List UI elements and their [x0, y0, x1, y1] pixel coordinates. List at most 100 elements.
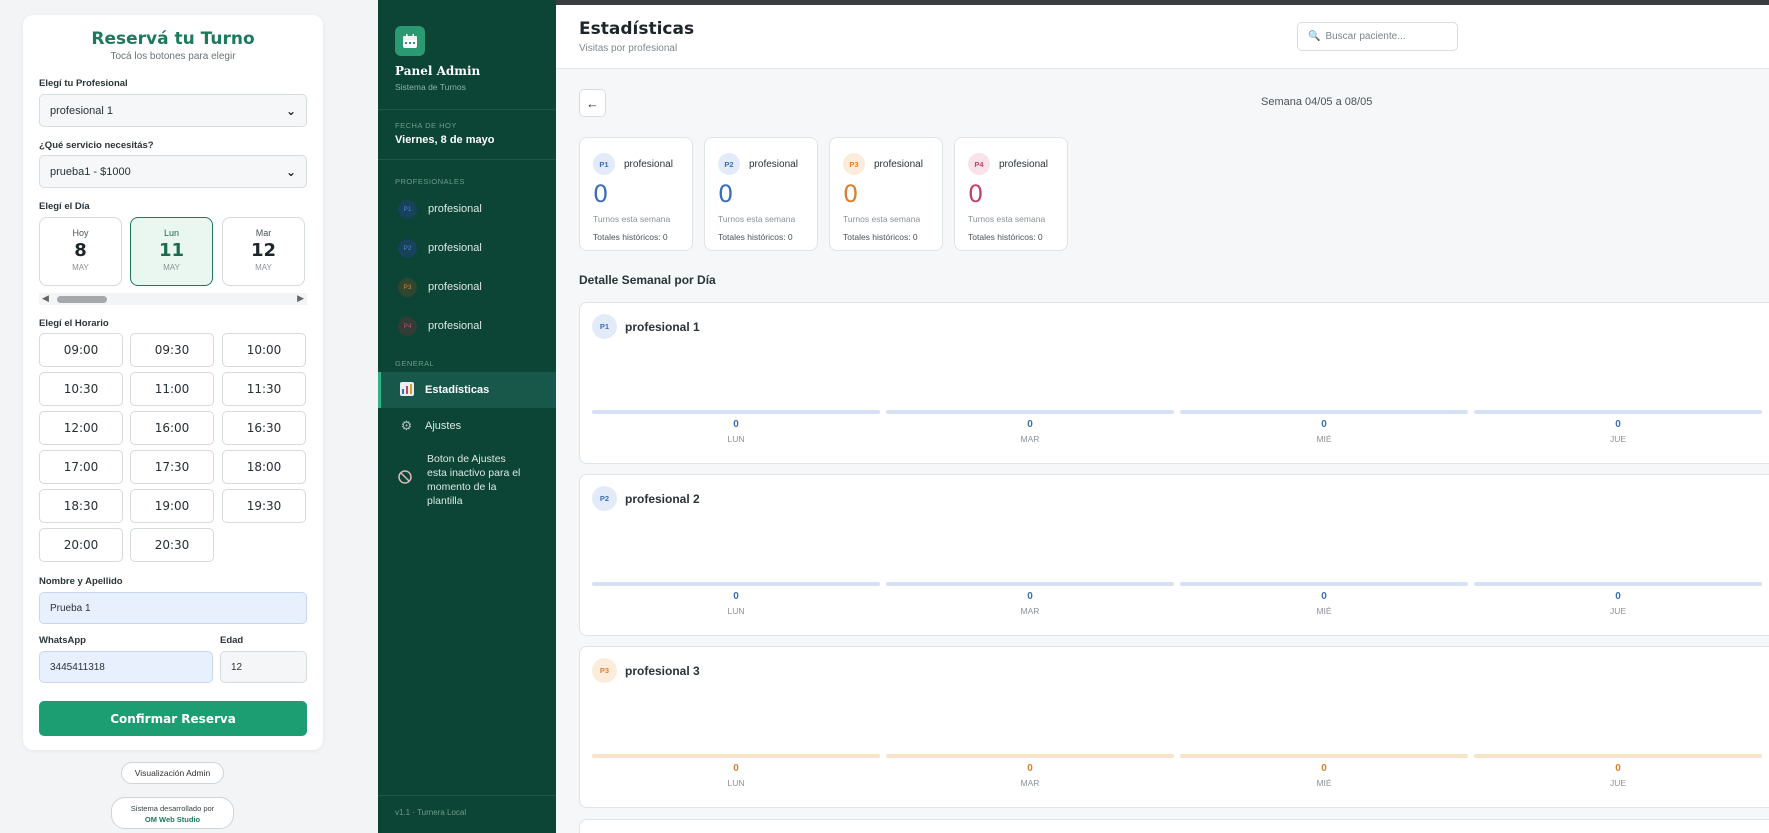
day-card-selected[interactable]: Lun 11 MAY [130, 217, 213, 286]
day-bar [886, 754, 1174, 758]
avatar: P1 [593, 153, 615, 175]
avatar: P2 [592, 486, 617, 511]
time-label: Elegí el Horario [39, 318, 109, 329]
sidebar-item-professional-4[interactable]: P4 profesional [378, 309, 556, 343]
scroll-right-icon[interactable]: ▶ [297, 293, 304, 304]
avatar: P4 [398, 316, 417, 336]
sidebar-item-label: Ajustes [425, 420, 462, 432]
sidebar-item-label: profesional [428, 242, 482, 254]
name-field[interactable]: Prueba 1 [39, 592, 307, 624]
day-count: 0 [1027, 591, 1033, 602]
time-slot[interactable]: 19:30 [222, 489, 306, 523]
time-slot[interactable]: 09:30 [130, 333, 214, 367]
panel-name: profesional 2 [625, 492, 700, 506]
stat-name: profesional [749, 159, 798, 170]
divider [378, 109, 556, 110]
search-icon: 🔍 [1308, 31, 1321, 42]
time-slot[interactable]: 17:30 [130, 450, 214, 484]
time-slot[interactable]: 17:00 [39, 450, 123, 484]
day-name: LUN [727, 778, 745, 788]
stat-card: P4 profesional 0 Turnos esta semana Tota… [954, 137, 1068, 251]
day-bar [1180, 410, 1468, 414]
search-placeholder: Buscar paciente... [1325, 31, 1406, 42]
day-bar [592, 582, 880, 586]
stat-count: 0 [593, 180, 609, 208]
day-bar [1474, 582, 1762, 586]
booking-subtitle: Tocá los botones para elegir [110, 51, 236, 62]
professional-panel-peek [579, 819, 1769, 833]
professionals-section-label: PROFESIONALES [395, 177, 465, 186]
confirm-button[interactable]: Confirmar Reserva [39, 701, 307, 736]
sidebar-item-label: profesional [428, 320, 482, 332]
day-name: MIÉ [1316, 606, 1332, 616]
credit-line: Sistema desarrollado por [130, 804, 215, 813]
note-text: Boton de Ajustes esta inactivo para el m… [427, 453, 521, 507]
service-select[interactable]: prueba1 - $1000 ⌄ [39, 155, 307, 188]
day-scrollbar[interactable]: ◀ ▶ [39, 293, 307, 305]
day-name: Mar [255, 228, 272, 238]
day-name: LUN [727, 434, 745, 444]
day-count: 0 [1321, 591, 1327, 602]
day-column: 0 MAR [886, 754, 1174, 794]
day-column: 0 LUN [592, 410, 880, 450]
day-name: LUN [727, 606, 745, 616]
day-card[interactable]: Mar 12 MAY [222, 217, 305, 286]
sidebar-item-professional-3[interactable]: P3 profesional [378, 270, 556, 304]
sidebar-item-professional-1[interactable]: P1 profesional [378, 192, 556, 226]
back-button[interactable]: ← [579, 89, 606, 117]
day-count: 0 [1321, 419, 1327, 430]
admin-view-link[interactable]: Visualización Admin [121, 762, 224, 784]
time-slot[interactable]: 18:00 [222, 450, 306, 484]
day-month: MAY [255, 263, 272, 272]
time-slot[interactable]: 20:30 [130, 528, 214, 562]
bar-chart-icon [398, 381, 415, 399]
professional-select[interactable]: profesional 1 ⌄ [39, 94, 307, 127]
stat-card: P2 profesional 0 Turnos esta semana Tota… [704, 137, 818, 251]
sidebar-title: Panel Admin [395, 64, 481, 78]
time-slot[interactable]: 16:00 [130, 411, 214, 445]
sidebar-item-stats[interactable]: Estadísticas [378, 372, 556, 408]
time-slot[interactable]: 10:00 [222, 333, 306, 367]
stat-total-label: Totales históricos: 0 [718, 232, 793, 242]
day-column: 0 LUN [592, 582, 880, 622]
whatsapp-label: WhatsApp [39, 635, 86, 646]
scroll-left-icon[interactable]: ◀ [42, 293, 49, 304]
day-name: JUE [1609, 778, 1627, 788]
time-slot[interactable]: 19:00 [130, 489, 214, 523]
day-number: 8 [74, 240, 87, 261]
admin-sidebar: Panel Admin Sistema de Turnos FECHA DE H… [378, 0, 556, 833]
day-column: 0 JUE [1474, 410, 1762, 450]
day-bar [1180, 754, 1468, 758]
day-count: 0 [1027, 419, 1033, 430]
sidebar-item-settings[interactable]: ⚙ Ajustes [378, 408, 556, 444]
weekly-detail-title: Detalle Semanal por Día [579, 273, 716, 287]
sidebar-subtitle: Sistema de Turnos [395, 82, 466, 92]
day-card[interactable]: Hoy 8 MAY [39, 217, 122, 286]
time-slot[interactable]: 12:00 [39, 411, 123, 445]
time-slot[interactable]: 11:00 [130, 372, 214, 406]
whatsapp-field[interactable]: 3445411318 [39, 651, 213, 683]
panel-name: profesional 1 [625, 320, 700, 334]
time-slot[interactable]: 20:00 [39, 528, 123, 562]
credit-badge[interactable]: Sistema desarrollado por OM Web Studio [111, 797, 234, 829]
avatar: P1 [398, 199, 417, 219]
professional-label: Elegí tu Profesional [39, 78, 128, 89]
scroll-thumb[interactable] [57, 296, 107, 303]
time-slot[interactable]: 18:30 [39, 489, 123, 523]
professional-select-value: profesional 1 [50, 104, 113, 117]
divider [378, 159, 556, 160]
time-slot[interactable]: 11:30 [222, 372, 306, 406]
day-bar [886, 582, 1174, 586]
chevron-down-icon: ⌄ [285, 164, 296, 179]
day-label: Elegí el Día [39, 201, 90, 212]
time-slot[interactable]: 10:30 [39, 372, 123, 406]
prohibited-icon [398, 470, 415, 508]
sidebar-item-professional-2[interactable]: P2 profesional [378, 231, 556, 265]
time-slot[interactable]: 09:00 [39, 333, 123, 367]
day-count: 0 [1615, 763, 1621, 774]
age-field[interactable]: 12 [220, 651, 307, 683]
time-slot[interactable]: 16:30 [222, 411, 306, 445]
stat-name: profesional [624, 159, 673, 170]
search-input[interactable]: 🔍 Buscar paciente... [1297, 22, 1458, 51]
credit-brand: OM Web Studio [144, 815, 201, 824]
